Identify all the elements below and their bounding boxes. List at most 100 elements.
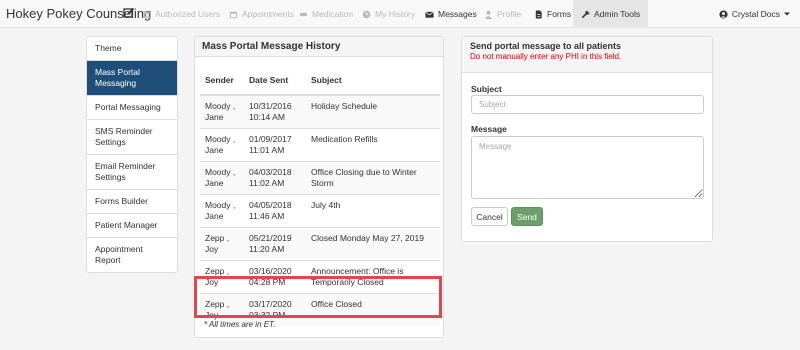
sidebar-item-patient-manager[interactable]: Patient Manager: [87, 214, 177, 238]
table-row: Moody , Jane 10/31/2016 10:14 AM Holiday Sch…: [200, 94, 440, 129]
sender-cell: Moody , Jane: [200, 161, 244, 195]
date-sent-time: 10:14 AM: [249, 112, 285, 122]
sidebar-item-email-reminder-settings[interactable]: Email Reminder Settings: [87, 155, 177, 190]
nav-appointments[interactable]: Appointments: [229, 0, 294, 28]
subject-label: Subject: [471, 84, 502, 94]
message-textarea[interactable]: [471, 136, 704, 199]
highlight-box: [194, 276, 442, 318]
nav-admin-tools[interactable]: Admin Tools: [573, 0, 649, 28]
sender-sender-last: Moody ,: [205, 200, 236, 210]
date-sent-time: 11:46 AM: [249, 211, 285, 221]
date-sent-cell: 01/09/2017 11:01 AM: [244, 128, 306, 162]
subject-cell: Office Closing due to Winter Storm: [306, 161, 440, 195]
nav-label: Appointments: [242, 9, 294, 19]
sender-sender-last: Zepp ,: [205, 233, 230, 243]
history-icon: [362, 10, 371, 18]
sender-sender-last: Moody ,: [205, 167, 236, 177]
nav-profile[interactable]: Profile: [484, 0, 521, 28]
sender-sender-first: Joy: [205, 244, 219, 254]
sidebar-item-label: Forms Builder: [95, 196, 148, 206]
edit-icon[interactable]: [123, 7, 135, 19]
timezone-footnote: * All times are in ET.: [204, 320, 276, 329]
date-sent-time: 11:01 AM: [249, 145, 285, 155]
column-header-date-sent: Date Sent: [244, 65, 306, 96]
envelope-icon: [425, 11, 434, 18]
nav-forms[interactable]: Forms: [534, 0, 571, 28]
user-name: Crystal Docs: [731, 9, 780, 19]
sidebar-item-sms-reminder-settings[interactable]: SMS Reminder Settings: [87, 120, 177, 155]
date-sent-date: 04/03/2018: [249, 167, 292, 177]
sidebar-item-label: SMS Reminder Settings: [95, 126, 153, 147]
sender-sender-last: Zepp ,: [205, 266, 230, 276]
sidebar-item-appointment-report[interactable]: Appointment Report: [87, 238, 177, 272]
column-header-subject: Subject: [306, 65, 440, 96]
date-sent-date: 03/16/2020: [249, 266, 292, 276]
date-sent-time: 11:20 AM: [249, 244, 285, 254]
sidebar-item-label: Email Reminder Settings: [95, 161, 156, 182]
date-sent-date: 10/31/2016: [249, 101, 292, 111]
subject-subject: Holiday Schedule: [311, 101, 378, 111]
sidebar-item-forms-builder[interactable]: Forms Builder: [87, 190, 177, 214]
sender-cell: Zepp , Joy: [200, 227, 244, 261]
date-sent-cell: 04/05/2018 11:46 AM: [244, 194, 306, 228]
calendar-icon: [229, 11, 238, 18]
subject-cell: Holiday Schedule: [306, 94, 440, 129]
send-message-panel: Send portal message to all patients Do n…: [461, 36, 713, 242]
nav-label: Profile: [497, 9, 522, 19]
table-row: Zepp , Joy 05/21/2019 11:20 AM Closed Monday…: [200, 227, 440, 261]
sidebar-item-label: Portal Messaging: [95, 102, 161, 112]
document-icon: [535, 9, 542, 19]
send-button[interactable]: Send: [511, 207, 543, 226]
sender-sender-last: Moody ,: [205, 134, 236, 144]
subject-subject: Closed Monday May 27, 2019: [311, 233, 424, 243]
nav-label: Medication: [312, 9, 354, 19]
nav-medication[interactable]: Medication: [299, 0, 353, 28]
subject-cell: Closed Monday May 27, 2019: [306, 227, 440, 261]
sidebar-item-label: Patient Manager: [95, 220, 158, 230]
sidebar-item-label: Appointment Report: [95, 244, 143, 265]
message-label: Message: [471, 124, 507, 134]
nav-label: Authorized Users: [155, 9, 221, 19]
sender-sender-first: Jane: [205, 178, 224, 188]
nav-messages[interactable]: Messages: [425, 0, 477, 28]
table-header-row: Sender Date Sent Subject: [200, 65, 440, 96]
sidebar-item-label: Mass Portal Messaging: [95, 67, 140, 88]
panel-title: Mass Portal Message History: [195, 37, 443, 57]
subject-input[interactable]: [471, 95, 704, 114]
sender-cell: Moody , Jane: [200, 194, 244, 228]
caret-down-icon: [784, 12, 790, 16]
pill-icon: [299, 12, 308, 16]
sidebar-item-mass-portal-messaging[interactable]: Mass Portal Messaging: [87, 61, 177, 96]
sender-sender-first: Jane: [205, 112, 224, 122]
cancel-button[interactable]: Cancel: [471, 207, 508, 226]
sidebar-item-portal-messaging[interactable]: Portal Messaging: [87, 96, 177, 120]
date-sent-date: 05/21/2019: [249, 233, 292, 243]
top-navbar: Hokey Pokey Counseling Authorized Users …: [0, 0, 800, 28]
user-icon: [484, 10, 493, 19]
column-header-sender: Sender: [200, 65, 244, 96]
nav-my-history[interactable]: My History: [362, 0, 415, 28]
user-circle-icon: [719, 9, 728, 19]
users-icon: [142, 10, 151, 18]
subject-cell: July 4th: [306, 194, 440, 228]
subject-subject: Office Closing due to Winter Storm: [311, 167, 417, 188]
nav-label: Messages: [438, 9, 477, 19]
date-sent-cell: 05/21/2019 11:20 AM: [244, 227, 306, 261]
nav-authorized-users[interactable]: Authorized Users: [142, 0, 220, 28]
date-sent-date: 04/05/2018: [249, 200, 292, 210]
sender-sender-first: Jane: [205, 211, 224, 221]
nav-label: My History: [375, 9, 416, 19]
phi-warning: Do not manually enter any PHI in this fi…: [470, 52, 622, 61]
sender-cell: Moody , Jane: [200, 128, 244, 162]
send-panel-title: Send portal message to all patients: [470, 41, 622, 51]
wrench-icon: [581, 10, 590, 18]
subject-subject: Medication Refills: [311, 134, 378, 144]
user-menu[interactable]: Crystal Docs: [719, 0, 790, 28]
sidebar-item-theme[interactable]: Theme: [87, 37, 177, 61]
table-row: Moody , Jane 04/05/2018 11:46 AM July 4th: [200, 194, 440, 228]
date-sent-cell: 04/03/2018 11:02 AM: [244, 161, 306, 195]
sender-sender-first: Jane: [205, 145, 224, 155]
date-sent-cell: 10/31/2016 10:14 AM: [244, 94, 306, 129]
table-row: Moody , Jane 01/09/2017 11:01 AM Medication …: [200, 128, 440, 162]
subject-subject: July 4th: [311, 200, 341, 210]
